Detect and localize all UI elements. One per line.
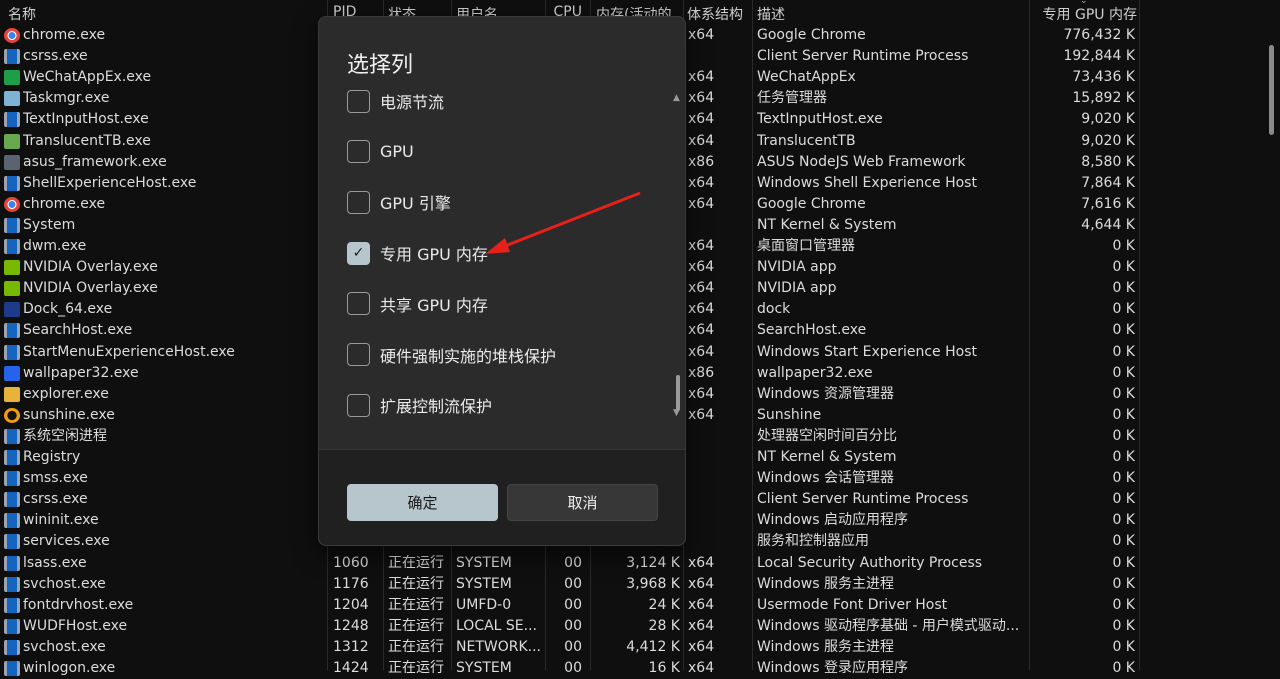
annotation-arrow — [485, 191, 641, 254]
